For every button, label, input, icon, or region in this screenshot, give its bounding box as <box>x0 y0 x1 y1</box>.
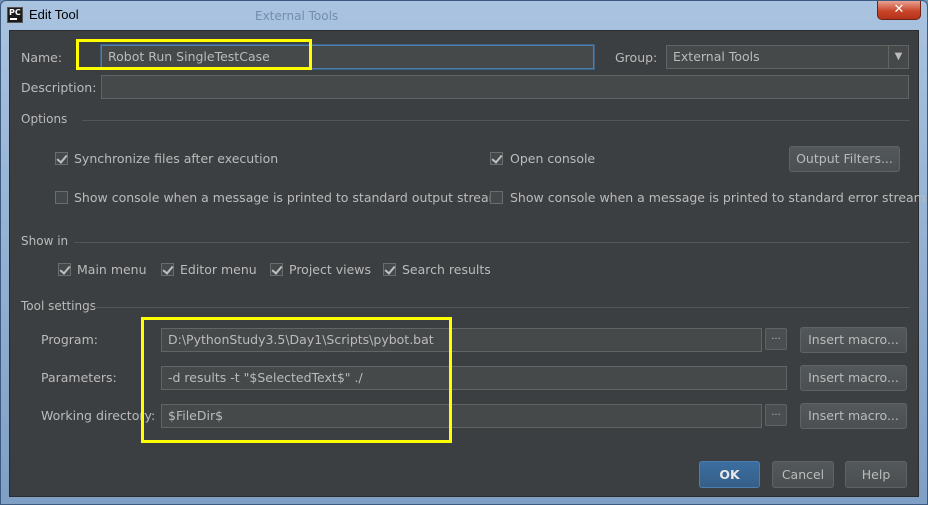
show-in-separator <box>74 242 910 243</box>
sync-files-label: Synchronize files after execution <box>74 151 279 166</box>
options-separator <box>82 120 910 121</box>
parameters-input[interactable]: -d results -t "$SelectedText$" ./ <box>161 366 787 390</box>
project-views-label: Project views <box>289 262 372 277</box>
open-console-checkbox[interactable] <box>490 152 503 165</box>
chevron-down-icon[interactable]: ▼ <box>888 46 908 68</box>
working-directory-insert-macro-button[interactable]: Insert macro... <box>800 403 907 429</box>
show-console-stdout-label: Show console when a message is printed t… <box>74 190 501 205</box>
open-console-label: Open console <box>510 151 596 166</box>
program-input[interactable]: D:\PythonStudy3.5\Day1\Scripts\pybot.bat <box>161 328 762 352</box>
parameters-insert-macro-button[interactable]: Insert macro... <box>800 365 907 391</box>
show-console-stdout-checkbox[interactable] <box>55 191 68 204</box>
tool-settings-section-title: Tool settings <box>21 299 96 313</box>
tool-settings-separator <box>94 307 910 308</box>
background-window-title: External Tools <box>255 9 339 23</box>
dialog-content: Name: Robot Run SingleTestCase Group: Ex… <box>9 30 926 497</box>
name-label: Name: <box>21 50 63 65</box>
project-views-checkbox[interactable] <box>270 263 283 276</box>
editor-menu-label: Editor menu <box>180 262 257 277</box>
show-in-section-title: Show in <box>21 234 69 248</box>
cancel-button[interactable]: Cancel <box>772 461 834 488</box>
ellipsis-icon: ... <box>771 331 781 342</box>
parameters-label: Parameters: <box>41 370 117 385</box>
program-label: Program: <box>41 332 98 347</box>
group-select-value: External Tools <box>673 49 760 64</box>
title-bar[interactable]: PC Edit Tool External Tools ✕ <box>1 1 927 29</box>
edit-tool-window: PC Edit Tool External Tools ✕ Name: Robo… <box>0 0 928 505</box>
main-menu-checkbox[interactable] <box>58 263 71 276</box>
name-input[interactable]: Robot Run SingleTestCase <box>101 45 594 69</box>
show-console-stderr-checkbox[interactable] <box>490 191 503 204</box>
app-logo-icon: PC <box>7 7 23 23</box>
working-directory-label: Working directory: <box>41 408 156 423</box>
help-button[interactable]: Help <box>845 461 907 488</box>
ok-button[interactable]: OK <box>699 461 760 488</box>
working-directory-input[interactable]: $FileDir$ <box>161 404 762 428</box>
close-icon[interactable]: ✕ <box>877 1 921 20</box>
search-results-checkbox[interactable] <box>383 263 396 276</box>
description-label: Description: <box>21 80 97 95</box>
options-section-title: Options <box>21 112 68 126</box>
sync-files-checkbox[interactable] <box>55 152 68 165</box>
show-console-stderr-label: Show console when a message is printed t… <box>510 190 926 205</box>
working-directory-browse-button[interactable]: ... <box>765 404 787 426</box>
group-label: Group: <box>615 50 658 65</box>
group-select[interactable]: External Tools ▼ <box>666 45 909 69</box>
search-results-label: Search results <box>402 262 491 277</box>
program-browse-button[interactable]: ... <box>765 328 787 350</box>
ellipsis-icon: ... <box>771 407 781 418</box>
editor-menu-checkbox[interactable] <box>161 263 174 276</box>
description-input[interactable] <box>101 75 909 99</box>
output-filters-button[interactable]: Output Filters... <box>789 146 900 172</box>
app-icon-text: PC <box>9 8 21 17</box>
window-title: Edit Tool <box>29 7 79 22</box>
main-menu-label: Main menu <box>77 262 147 277</box>
program-insert-macro-button[interactable]: Insert macro... <box>800 327 907 353</box>
